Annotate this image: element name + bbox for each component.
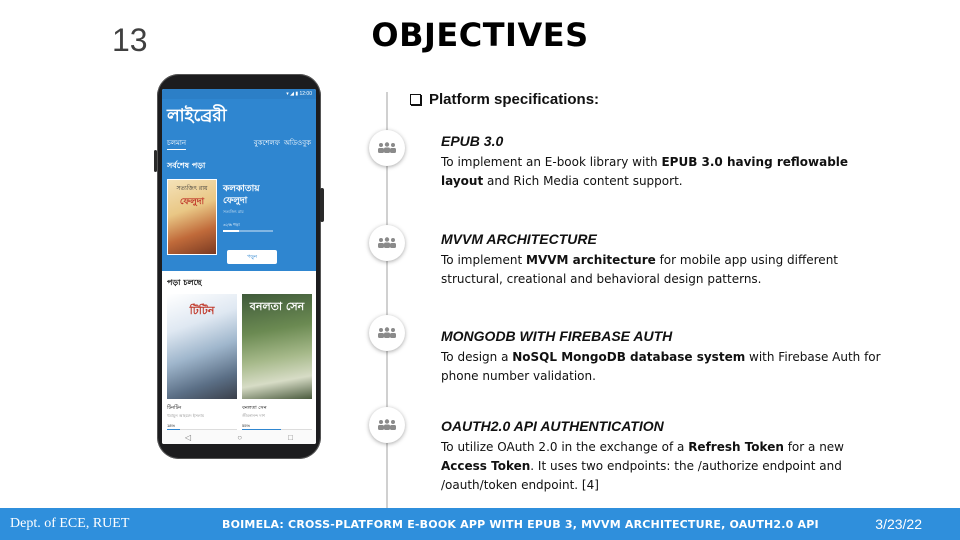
recent-progress-bar	[223, 230, 273, 232]
reading-books-list: টিটিন টিনটিন হুমায়ুন আহমেদ ইসলাম 18% বন…	[162, 294, 316, 431]
recent-progress-fill	[223, 230, 239, 232]
team-icon	[369, 407, 405, 443]
team-icon	[369, 130, 405, 166]
recent-book-title-1: কলকাতায়	[223, 184, 260, 194]
spec-item-oauth: OAUTH2.0 API AUTHENTICATION To utilize O…	[441, 418, 881, 495]
spec-item-title: EPUB 3.0	[441, 133, 504, 149]
slide-title: OBJECTIVES	[371, 16, 589, 54]
spec-item-epub: EPUB 3.0 To implement an E-book library …	[441, 133, 881, 191]
book-cover-title: বনলতা সেন	[249, 300, 305, 313]
recent-heading: সর্বশেষ পড়া	[167, 161, 206, 170]
book-progress-label: 55%	[242, 423, 251, 428]
footer-date: 3/23/22	[875, 516, 922, 532]
book-progress-label: 18%	[167, 423, 176, 428]
book-cover[interactable]: টিটিন	[167, 294, 237, 399]
spec-item-mongodb: MONGODB WITH FIREBASE AUTH To design a N…	[441, 328, 881, 386]
read-button[interactable]: পড়ুন	[227, 250, 277, 264]
spec-item-desc: To implement MVVM architecture for mobil…	[441, 253, 839, 286]
list-item[interactable]: টিটিন টিনটিন হুমায়ুন আহমেদ ইসলাম 18%	[167, 294, 237, 431]
team-icon	[369, 225, 405, 261]
recent-progress-label: ৩২% পড়া	[223, 222, 240, 227]
reading-heading: পড়া চলছে	[167, 278, 202, 287]
book-author: হুমায়ুন আহমেদ ইসলাম	[167, 413, 205, 418]
recent-book-author: সত্যজিৎ রায়	[223, 209, 244, 214]
app-tabs: চলমান বুকশেলফ অডিওবুক	[167, 137, 311, 150]
tab-audiobook[interactable]: অডিওবুক	[284, 137, 311, 150]
recent-apps-icon[interactable]: □	[288, 433, 293, 442]
back-icon[interactable]: ◁	[185, 433, 191, 442]
footer-project-title: BOIMELA: CROSS-PLATFORM E-BOOK APP WITH …	[222, 517, 819, 531]
book-cover[interactable]: বনলতা সেন	[242, 294, 312, 399]
home-icon[interactable]: ○	[237, 433, 242, 442]
app-title: লাইব্রেরী	[167, 106, 227, 126]
recent-book-title-2: ফেলুদা	[223, 196, 248, 206]
checkbox-bullet-icon	[410, 94, 421, 105]
spec-item-desc: To utilize OAuth 2.0 in the exchange of …	[441, 440, 844, 492]
team-icon	[369, 315, 405, 351]
spec-item-mvvm: MVVM ARCHITECTURE To implement MVVM arch…	[441, 231, 881, 289]
spec-item-title: OAUTH2.0 API AUTHENTICATION	[441, 418, 664, 434]
status-bar: ▾ ◢ ▮ 12:00	[162, 89, 316, 99]
spec-item-desc: To implement an E-book library with EPUB…	[441, 155, 849, 188]
footer-department: Dept. of ECE, RUET	[10, 516, 130, 531]
recent-book-info: কলকাতায় ফেলুদা সত্যজিৎ রায় ৩২% পড়া পড…	[223, 179, 311, 264]
app-header: লাইব্রেরী চলমান বুকশেলফ অডিওবুক সর্বশেষ …	[162, 99, 316, 271]
recent-cover-author: সত্যজিৎ রায়	[176, 185, 208, 192]
specs-heading: Platform specifications:	[410, 91, 599, 108]
recent-book-card[interactable]: সত্যজিৎ রায় ফেলুদা কলকাতায় ফেলুদা সত্য…	[167, 179, 311, 264]
tab-bookshelf[interactable]: বুকশেলফ	[254, 137, 280, 150]
book-author: জীবনানন্দ দাশ	[242, 413, 265, 418]
spec-item-title: MVVM ARCHITECTURE	[441, 231, 597, 247]
phone-side-button-right	[320, 188, 324, 222]
spec-item-title: MONGODB WITH FIREBASE AUTH	[441, 328, 673, 344]
list-item[interactable]: বনলতা সেন বনলতা সেন জীবনানন্দ দাশ 55%	[242, 294, 312, 431]
book-name: বনলতা সেন	[242, 405, 267, 411]
book-name: টিনটিন	[167, 405, 182, 411]
tab-current[interactable]: চলমান	[167, 137, 187, 150]
spec-item-desc: To design a NoSQL MongoDB database syste…	[441, 350, 881, 383]
android-nav-bar: ◁ ○ □	[162, 430, 316, 444]
recent-cover-title: ফেলুদা	[179, 197, 205, 207]
footer-bar: Dept. of ECE, RUET BOIMELA: CROSS-PLATFO…	[0, 508, 960, 540]
book-cover-title: টিটিন	[189, 304, 215, 317]
recent-book-cover[interactable]: সত্যজিৎ রায় ফেলুদা	[167, 179, 217, 255]
phone-screen: ▾ ◢ ▮ 12:00 লাইব্রেরী চলমান বুকশেলফ অডিও…	[162, 89, 316, 444]
specs-heading-text: Platform specifications:	[429, 91, 600, 108]
